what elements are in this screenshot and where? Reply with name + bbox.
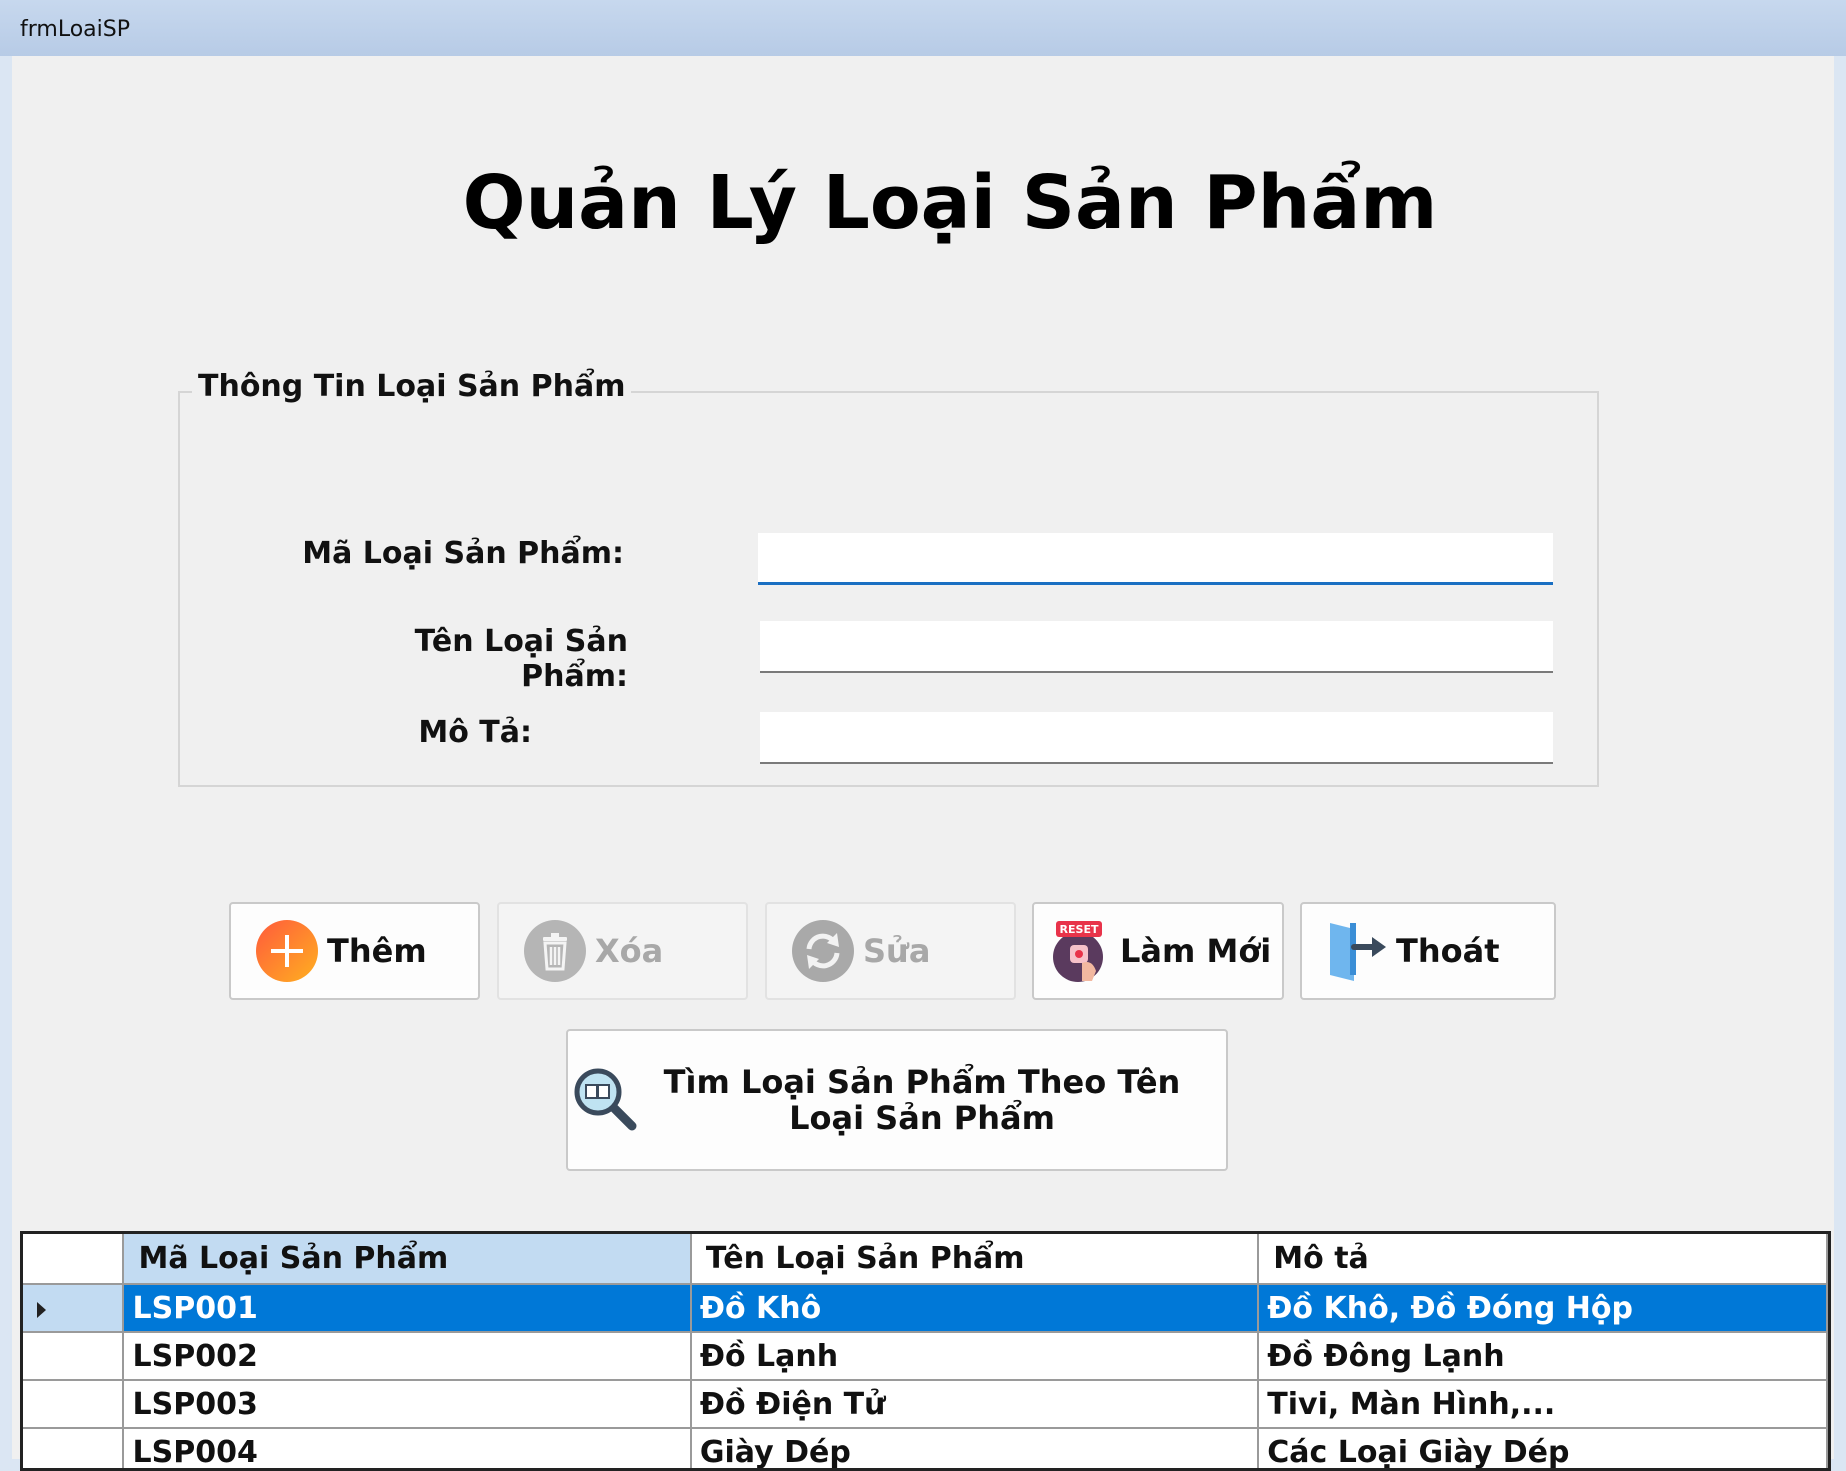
column-header-code[interactable]: Mã Loại Sản Phẩm: [123, 1234, 692, 1285]
svg-text:RESET: RESET: [1060, 923, 1099, 936]
cell-description[interactable]: Đồ Đông Lạnh: [1258, 1332, 1828, 1381]
reset-icon: RESET: [1053, 921, 1103, 982]
exit-button[interactable]: Thoát: [1300, 902, 1556, 1000]
trash-icon: [524, 920, 586, 982]
edit-button[interactable]: Sửa: [765, 902, 1016, 1000]
name-input[interactable]: [760, 621, 1553, 673]
column-header-description[interactable]: Mô tả: [1258, 1234, 1828, 1285]
description-input[interactable]: [760, 712, 1553, 764]
row-header[interactable]: [23, 1380, 125, 1429]
cell-name[interactable]: Đồ Điện Tử: [690, 1380, 1260, 1429]
page-title: Quản Lý Loại Sản Phẩm: [462, 160, 1438, 246]
exit-button-label: Thoát: [1396, 932, 1500, 970]
row-header[interactable]: [23, 1332, 125, 1381]
table-row[interactable]: LSP003 Đồ Điện Tử Tivi, Màn Hình,...: [23, 1380, 1828, 1429]
column-header-name[interactable]: Tên Loại Sản Phẩm: [690, 1234, 1260, 1285]
delete-button-label: Xóa: [595, 932, 664, 970]
grid-header-row: Mã Loại Sản Phẩm Tên Loại Sản Phẩm Mô tả: [23, 1234, 1828, 1285]
current-row-arrow-icon: [37, 1301, 46, 1318]
exit-door-icon: [1330, 923, 1386, 981]
cell-description[interactable]: Đồ Khô, Đồ Đóng Hộp: [1258, 1284, 1828, 1333]
cell-code[interactable]: LSP004: [123, 1428, 692, 1468]
refresh-button-label: Làm Mới: [1120, 932, 1272, 970]
cell-name[interactable]: Giày Dép: [690, 1428, 1260, 1468]
delete-button[interactable]: Xóa: [497, 902, 748, 1000]
product-type-grid[interactable]: Mã Loại Sản Phẩm Tên Loại Sản Phẩm Mô tả…: [20, 1231, 1831, 1471]
table-row[interactable]: LSP004 Giày Dép Các Loại Giày Dép: [23, 1428, 1828, 1468]
refresh-button[interactable]: RESET Làm Mới: [1032, 902, 1284, 1000]
cell-code[interactable]: LSP001: [123, 1284, 692, 1333]
sync-icon: [792, 920, 854, 982]
code-input[interactable]: [758, 533, 1553, 585]
group-title: Thông Tin Loại Sản Phẩm: [192, 369, 632, 404]
window-title: frmLoaiSP: [20, 17, 130, 42]
title-bar: frmLoaiSP: [0, 0, 1846, 56]
search-button-label: Tìm Loại Sản Phẩm Theo Tên Loại Sản Phẩm: [663, 1063, 1181, 1137]
plus-circle-icon: [256, 920, 318, 982]
description-label: Mô Tả:: [418, 715, 532, 750]
grid-table: Mã Loại Sản Phẩm Tên Loại Sản Phẩm Mô tả…: [23, 1234, 1828, 1468]
table-row[interactable]: LSP002 Đồ Lạnh Đồ Đông Lạnh: [23, 1332, 1828, 1381]
table-row[interactable]: LSP001 Đồ Khô Đồ Khô, Đồ Đóng Hộp: [23, 1284, 1828, 1333]
code-label: Mã Loại Sản Phẩm:: [302, 536, 624, 571]
edit-button-label: Sửa: [863, 932, 931, 970]
cell-code[interactable]: LSP003: [123, 1380, 692, 1429]
name-label: Tên Loại Sản Phẩm:: [414, 624, 628, 694]
row-header-corner: [23, 1234, 125, 1285]
row-header[interactable]: [23, 1428, 125, 1468]
add-button[interactable]: Thêm: [229, 902, 480, 1000]
cell-description[interactable]: Tivi, Màn Hình,...: [1258, 1380, 1828, 1429]
search-by-name-button[interactable]: Tìm Loại Sản Phẩm Theo Tên Loại Sản Phẩm: [566, 1029, 1228, 1171]
cell-name[interactable]: Đồ Khô: [690, 1284, 1260, 1333]
row-header[interactable]: [23, 1284, 125, 1333]
add-button-label: Thêm: [327, 932, 427, 970]
cell-description[interactable]: Các Loại Giày Dép: [1258, 1428, 1828, 1468]
cell-code[interactable]: LSP002: [123, 1332, 692, 1381]
cell-name[interactable]: Đồ Lạnh: [690, 1332, 1260, 1381]
magnifier-book-icon: [574, 1068, 637, 1131]
